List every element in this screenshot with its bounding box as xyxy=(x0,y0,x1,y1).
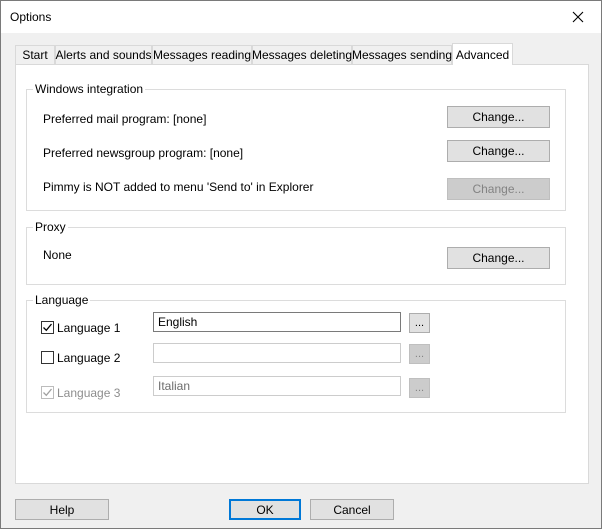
language-2-browse-button[interactable]: ... xyxy=(409,344,430,364)
language-group: Language Language 1 ... Language 2 ... L… xyxy=(26,293,566,413)
tab-messages-sending[interactable]: Messages sending xyxy=(352,45,452,64)
close-icon xyxy=(572,11,584,23)
help-button[interactable]: Help xyxy=(15,499,109,520)
language-2-input[interactable] xyxy=(153,343,401,363)
checkmark-icon xyxy=(43,388,53,397)
send-to-status-label: Pimmy is NOT added to menu 'Send to' in … xyxy=(43,180,314,194)
language-3-browse-button[interactable]: ... xyxy=(409,378,430,398)
tab-messages-deleting[interactable]: Messages deleting xyxy=(252,45,352,64)
tab-messages-reading[interactable]: Messages reading xyxy=(152,45,252,64)
language-1-label: Language 1 xyxy=(57,321,121,335)
language-2-label: Language 2 xyxy=(57,351,121,365)
change-newsgroup-button[interactable]: Change... xyxy=(447,140,550,162)
title-bar[interactable]: Options xyxy=(1,1,601,33)
proxy-group: Proxy None Change... xyxy=(26,220,566,285)
preferred-mail-label: Preferred mail program: [none] xyxy=(43,112,207,126)
window-title: Options xyxy=(10,10,52,24)
advanced-tab-panel: Windows integration Preferred mail progr… xyxy=(15,64,589,484)
tab-alerts-and-sounds[interactable]: Alerts and sounds xyxy=(55,45,152,64)
close-button[interactable] xyxy=(555,1,601,33)
language-title: Language xyxy=(33,293,91,307)
language-3-input[interactable] xyxy=(153,376,401,396)
ok-button[interactable]: OK xyxy=(229,499,301,520)
language-1-input[interactable] xyxy=(153,312,401,332)
language-3-label: Language 3 xyxy=(57,386,121,400)
windows-integration-title: Windows integration xyxy=(33,82,146,96)
proxy-title: Proxy xyxy=(33,220,68,234)
language-1-browse-button[interactable]: ... xyxy=(409,313,430,333)
change-mail-button[interactable]: Change... xyxy=(447,106,550,128)
windows-integration-group: Windows integration Preferred mail progr… xyxy=(26,82,566,211)
cancel-button[interactable]: Cancel xyxy=(310,499,394,520)
checkmark-icon xyxy=(43,323,53,332)
language-2-checkbox[interactable] xyxy=(41,351,54,364)
tab-start[interactable]: Start xyxy=(15,45,55,64)
language-1-checkbox[interactable] xyxy=(41,321,54,334)
tab-advanced[interactable]: Advanced xyxy=(452,43,513,65)
preferred-newsgroup-label: Preferred newsgroup program: [none] xyxy=(43,146,244,160)
language-3-checkbox[interactable] xyxy=(41,386,54,399)
options-dialog: Options Start Alerts and sounds Messages… xyxy=(0,0,602,529)
change-send-to-button[interactable]: Change... xyxy=(447,178,550,200)
proxy-value: None xyxy=(43,248,72,262)
change-proxy-button[interactable]: Change... xyxy=(447,247,550,269)
